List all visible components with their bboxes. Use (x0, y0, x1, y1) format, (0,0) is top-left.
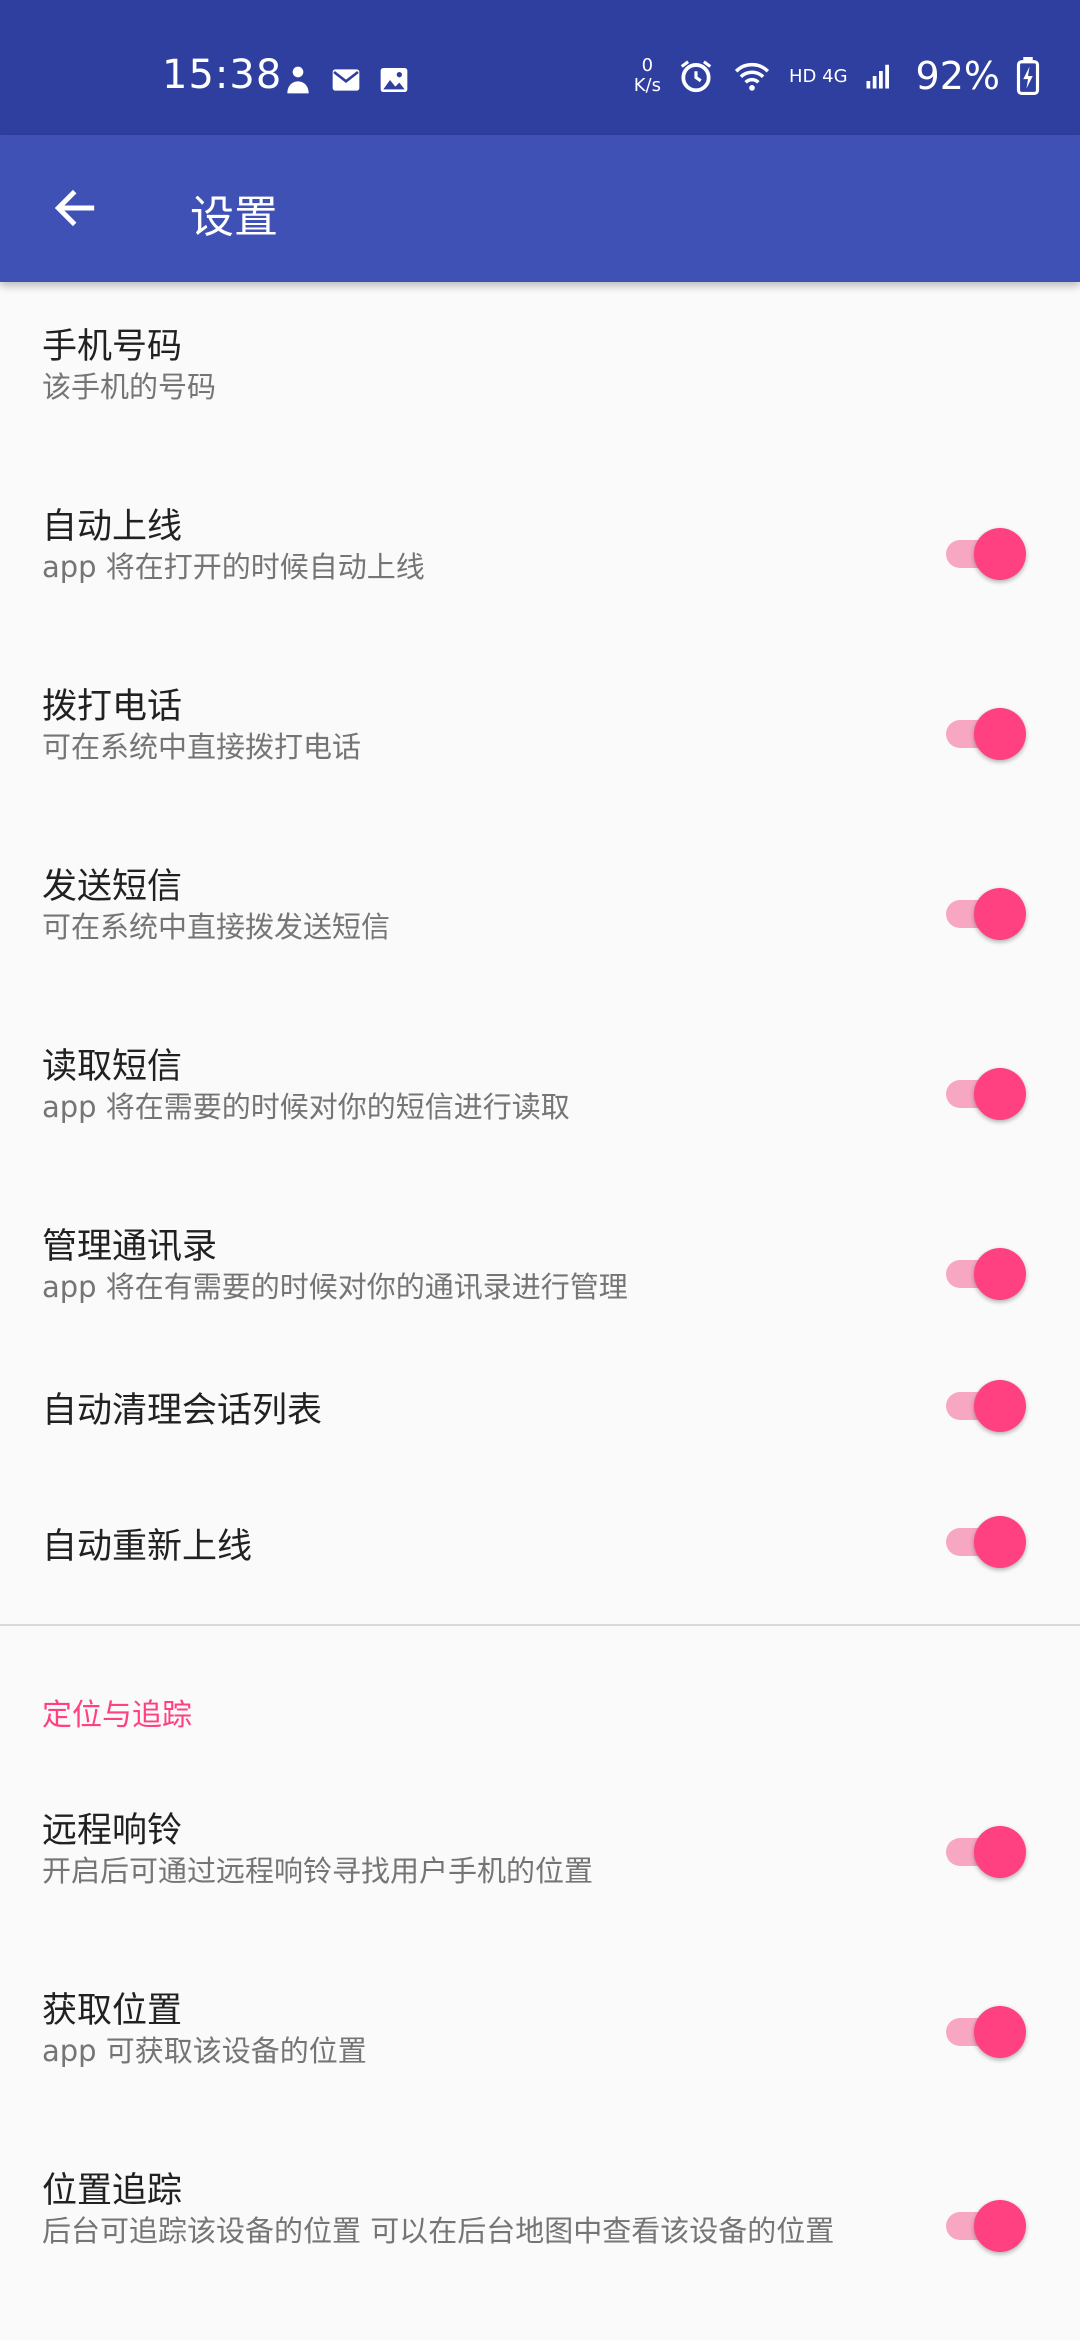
switch-thumb (974, 1068, 1026, 1120)
arrow-left-icon[interactable] (50, 183, 100, 233)
status-time: 15:38 (162, 52, 283, 98)
section-divider (0, 1624, 1080, 1626)
setting-title: 读取短信 (42, 1047, 183, 1087)
setting-summary: app 将在打开的时候自动上线 (42, 550, 425, 584)
setting-summary: app 将在有需要的时候对你的通讯录进行管理 (42, 1270, 628, 1304)
app-bar: 设置 (0, 135, 1080, 282)
setting-auto-clear-sessions[interactable]: 自动清理会话列表 (0, 1380, 1080, 1502)
switch-thumb (974, 2200, 1026, 2252)
toggle-switch[interactable] (946, 1062, 1028, 1122)
setting-title: 位置追踪 (42, 2171, 183, 2211)
battery-percent: 92% (915, 54, 1000, 98)
section-header-location: 定位与追踪 (42, 1698, 192, 1733)
signal-icon (866, 64, 889, 89)
switch-thumb (974, 1516, 1026, 1568)
setting-title: 手机号码 (42, 327, 183, 367)
setting-send-sms[interactable]: 发送短信 可在系统中直接拨发送短信 (0, 822, 1080, 972)
setting-summary: 后台可追踪该设备的位置 可以在后台地图中查看该设备的位置 (42, 2214, 835, 2248)
net-speed: 0 K/s (634, 56, 661, 96)
setting-title: 拨打电话 (42, 687, 183, 727)
setting-summary: 可在系统中直接拨发送短信 (42, 910, 391, 944)
toggle-switch[interactable] (946, 702, 1028, 762)
setting-title: 发送短信 (42, 867, 183, 907)
setting-summary: app 可获取该设备的位置 (42, 2034, 367, 2068)
mail-icon (332, 69, 360, 91)
wifi-icon (734, 62, 770, 91)
setting-remote-ring[interactable]: 远程响铃 开启后可通过远程响铃寻找用户手机的位置 (0, 1782, 1080, 1932)
setting-title: 自动重新上线 (42, 1527, 253, 1567)
setting-phone-number[interactable]: 手机号码 该手机的号码 (0, 282, 1080, 432)
network-type: HD 4G (789, 65, 848, 87)
switch-thumb (974, 888, 1026, 940)
setting-summary: 该手机的号码 (42, 370, 217, 404)
net-speed-value: 0 (641, 55, 654, 76)
toggle-switch[interactable] (946, 2000, 1028, 2060)
image-icon (380, 68, 408, 92)
person-icon (287, 66, 309, 94)
toggle-switch[interactable] (946, 1820, 1028, 1880)
toggle-switch[interactable] (946, 1374, 1028, 1434)
switch-thumb (974, 708, 1026, 760)
toggle-switch[interactable] (946, 1510, 1028, 1570)
setting-location-tracking[interactable]: 位置追踪 后台可追踪该设备的位置 可以在后台地图中查看该设备的位置 (0, 2142, 1080, 2332)
switch-thumb (974, 2006, 1026, 2058)
switch-thumb (974, 1380, 1026, 1432)
switch-thumb (974, 1248, 1026, 1300)
setting-summary: 可在系统中直接拨打电话 (42, 730, 362, 764)
page-title: 设置 (190, 192, 278, 243)
net-speed-unit: K/s (633, 75, 661, 96)
setting-get-location[interactable]: 获取位置 app 可获取该设备的位置 (0, 1962, 1080, 2112)
toggle-switch[interactable] (946, 882, 1028, 942)
status-bar: 15:38 0 K/s HD 4G 92% (0, 0, 1080, 135)
setting-title: 自动清理会话列表 (42, 1391, 323, 1431)
setting-title: 远程响铃 (42, 1811, 183, 1851)
setting-title: 管理通讯录 (42, 1227, 218, 1267)
toggle-switch[interactable] (946, 522, 1028, 582)
switch-thumb (974, 1826, 1026, 1878)
setting-read-sms[interactable]: 读取短信 app 将在需要的时候对你的短信进行读取 (0, 1002, 1080, 1152)
setting-make-call[interactable]: 拨打电话 可在系统中直接拨打电话 (0, 642, 1080, 792)
setting-title: 获取位置 (42, 1991, 183, 2031)
setting-summary: 开启后可通过远程响铃寻找用户手机的位置 (42, 1854, 594, 1888)
toggle-switch[interactable] (946, 1242, 1028, 1302)
battery-charging-icon (1016, 57, 1040, 95)
alarm-icon (680, 60, 712, 93)
setting-summary: app 将在需要的时候对你的短信进行读取 (42, 1090, 570, 1124)
setting-manage-contacts[interactable]: 管理通讯录 app 将在有需要的时候对你的通讯录进行管理 (0, 1182, 1080, 1332)
status-right-group: 0 K/s HD 4G 92% (634, 54, 1040, 98)
setting-title: 自动上线 (42, 507, 183, 547)
toggle-switch[interactable] (946, 2194, 1028, 2254)
setting-auto-online[interactable]: 自动上线 app 将在打开的时候自动上线 (0, 462, 1080, 612)
setting-auto-reconnect[interactable]: 自动重新上线 (0, 1516, 1080, 1638)
switch-thumb (974, 528, 1026, 580)
